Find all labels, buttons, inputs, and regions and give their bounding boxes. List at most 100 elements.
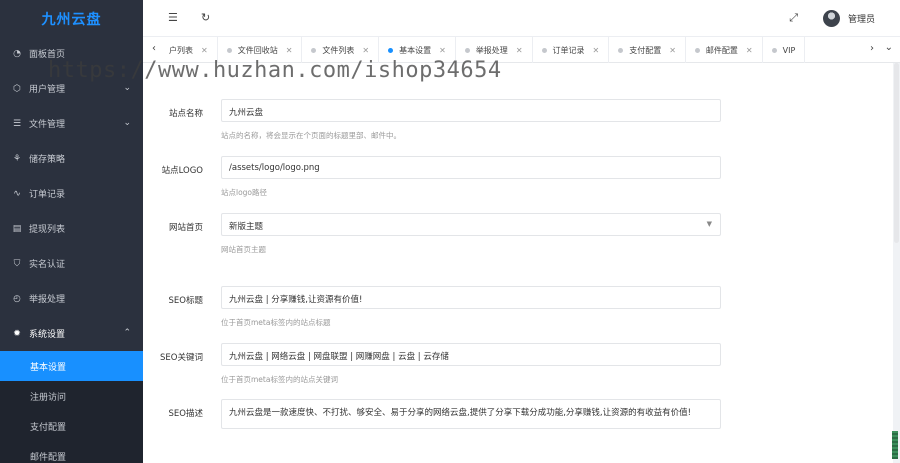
sidebar-item-realname[interactable]: ⛉ 实名认证 — [0, 246, 143, 281]
tab-label: 支付配置 — [629, 45, 662, 55]
withdraw-icon: ▤ — [12, 223, 22, 234]
fullscreen-icon[interactable]: ⤢ — [789, 11, 798, 25]
field-label: SEO描述 — [168, 409, 203, 419]
tab-file-recycle[interactable]: 文件回收站 ✕ — [218, 37, 303, 63]
tab-label: 举报处理 — [475, 45, 508, 55]
tab-dot — [541, 47, 547, 53]
close-icon[interactable]: ✕ — [746, 46, 753, 55]
sidebar-item-label: 面板首页 — [29, 50, 66, 60]
sidebar-item-reports[interactable]: ◴ 举报处理 — [0, 281, 143, 316]
sidebar-item-label: 系统设置 — [29, 330, 66, 340]
chevron-down-icon: ⌄ — [123, 83, 131, 93]
user-icon: ⬡ — [13, 83, 21, 94]
tab-payment[interactable]: 支付配置 ✕ — [609, 37, 686, 63]
file-stack-icon: ☰ — [12, 118, 22, 129]
sidebar-item-storage[interactable]: ⚘ 储存策略 — [0, 141, 143, 176]
report-icon: ◴ — [13, 293, 21, 304]
sidebar-item-label: 储存策略 — [29, 155, 66, 165]
close-icon[interactable]: ✕ — [516, 46, 523, 55]
tab-email[interactable]: 邮件配置 ✕ — [686, 37, 763, 63]
tab-reports[interactable]: 举报处理 ✕ — [456, 37, 533, 63]
submenu-email-config[interactable]: 邮件配置 — [0, 441, 143, 463]
close-icon[interactable]: ✕ — [593, 46, 600, 55]
tab-basic-settings[interactable]: 基本设置 ✕ — [379, 37, 456, 63]
tab-dot — [771, 47, 777, 53]
field-label: 网站首页 — [168, 223, 203, 233]
sidebar-item-orders[interactable]: ∿ 订单记录 — [0, 176, 143, 211]
sidebar-item-label: 用户管理 — [29, 85, 66, 95]
tab-label: 户列表 — [169, 45, 193, 55]
tab-orders[interactable]: 订单记录 ✕ — [533, 37, 610, 63]
submenu-payment-config[interactable]: 支付配置 — [0, 411, 143, 441]
tab-user-list[interactable]: 户列表 ✕ — [167, 37, 218, 63]
sidebar-item-withdraw[interactable]: ▤ 提现列表 — [0, 211, 143, 246]
tab-dot — [694, 47, 700, 53]
tab-label: 基本设置 — [399, 45, 432, 55]
site-logo-input[interactable]: /assets/logo/logo.png — [221, 156, 721, 179]
top-header: ☰ ↻ ⤢ 管理员 — [143, 0, 900, 37]
field-help: 位于首页meta标签内的站点关键词 — [221, 375, 338, 384]
tabs-dropdown-icon[interactable]: ⌄ — [885, 42, 893, 53]
settings-form: 站点名称 九州云盘 站点的名称，将会显示在个页面的标题里部、邮件中。 站点LOG… — [143, 63, 893, 463]
tab-label: 邮件配置 — [705, 45, 738, 55]
field-label: SEO标题 — [168, 296, 203, 306]
seo-title-input[interactable]: 九州云盘 | 分享赚钱,让资源有价值! — [221, 286, 721, 309]
sidebar: 九州云盘 ◔ 面板首页 ⬡ 用户管理 ⌄ ☰ 文件管理 ⌄ ⚘ 储存策略 ∿ 订… — [0, 0, 143, 463]
refresh-icon[interactable]: ↻ — [201, 11, 210, 24]
tab-strip: 户列表 ✕ 文件回收站 ✕ 文件列表 ✕ 基本设置 ✕ 举报处理 ✕ 订单记录 ✕ 支付配置… — [167, 37, 872, 63]
close-icon[interactable]: ✕ — [669, 46, 676, 55]
close-icon[interactable]: ✕ — [362, 46, 369, 55]
seo-keywords-input[interactable]: 九州云盘 | 网络云盘 | 网盘联盟 | 网赚网盘 | 云盘 | 云存储 — [221, 343, 721, 366]
gear-icon: ✹ — [13, 328, 21, 339]
tab-label: 文件回收站 — [237, 45, 278, 55]
home-theme-select[interactable]: 新版主题 ▼ — [221, 213, 721, 236]
pulse-icon: ∿ — [13, 188, 21, 199]
sidebar-item-label: 实名认证 — [29, 260, 66, 270]
storage-icon: ⚘ — [12, 153, 22, 164]
avatar — [822, 10, 840, 27]
tab-label: 订单记录 — [552, 45, 585, 55]
close-icon[interactable]: ✕ — [286, 46, 293, 55]
dashboard-icon: ◔ — [13, 48, 21, 59]
site-name-input[interactable]: 九州云盘 — [221, 99, 721, 122]
sidebar-item-settings[interactable]: ✹ 系统设置 ⌃ — [0, 316, 143, 351]
shield-check-icon: ⛉ — [13, 258, 21, 269]
field-help: 站点的名称，将会显示在个页面的标题里部、邮件中。 — [221, 131, 401, 140]
page-scrollbar[interactable] — [894, 63, 899, 243]
tab-dot — [226, 47, 232, 53]
tab-vip[interactable]: VIP — [763, 37, 806, 63]
sidebar-item-dashboard[interactable]: ◔ 面板首页 — [0, 36, 143, 71]
collapse-menu-icon[interactable]: ☰ — [168, 11, 178, 24]
seo-desc-textarea[interactable]: 九州云盘是一款速度快、不打扰、够安全、易于分享的网络云盘,提供了分享下载分成功能… — [221, 399, 721, 429]
chevron-down-icon: ⌄ — [123, 118, 131, 128]
admin-name: 管理员 — [847, 15, 875, 25]
sidebar-item-label: 提现列表 — [29, 225, 66, 235]
field-label: SEO关键词 — [160, 353, 203, 363]
page-tabs: ‹ 户列表 ✕ 文件回收站 ✕ 文件列表 ✕ 基本设置 ✕ 举报处理 ✕ 订单记录 ✕ 支付… — [143, 37, 900, 63]
tabs-scroll-right-icon[interactable]: › — [870, 43, 874, 54]
tab-label: VIP — [782, 45, 796, 55]
close-icon[interactable]: ✕ — [201, 46, 208, 55]
sidebar-item-files[interactable]: ☰ 文件管理 ⌄ — [0, 106, 143, 141]
tabs-scroll-left-icon[interactable]: ‹ — [152, 43, 156, 54]
settings-submenu: 基本设置 注册访问 支付配置 邮件配置 — [0, 351, 143, 463]
sidebar-item-users[interactable]: ⬡ 用户管理 ⌄ — [0, 71, 143, 106]
sidebar-item-label: 举报处理 — [29, 295, 66, 305]
tab-file-list[interactable]: 文件列表 ✕ — [302, 37, 380, 63]
submenu-basic-settings[interactable]: 基本设置 — [0, 351, 143, 381]
tab-dot — [311, 47, 317, 53]
close-icon[interactable]: ✕ — [439, 46, 446, 55]
selected-value: 新版主题 — [229, 222, 264, 232]
sidebar-item-label: 文件管理 — [29, 120, 66, 130]
corner-widget[interactable] — [892, 431, 898, 459]
tab-dot — [464, 47, 470, 53]
field-help: 站点logo路径 — [221, 188, 268, 197]
field-help: 位于首页meta标签内的站点标题 — [221, 318, 331, 327]
tab-dot — [388, 47, 394, 53]
submenu-register-access[interactable]: 注册访问 — [0, 381, 143, 411]
caret-down-icon: ▼ — [706, 220, 712, 228]
field-label: 站点LOGO — [161, 166, 203, 176]
app-logo[interactable]: 九州云盘 — [0, 0, 143, 38]
tab-label: 文件列表 — [322, 45, 355, 55]
admin-menu[interactable]: 管理员 — [822, 10, 875, 27]
